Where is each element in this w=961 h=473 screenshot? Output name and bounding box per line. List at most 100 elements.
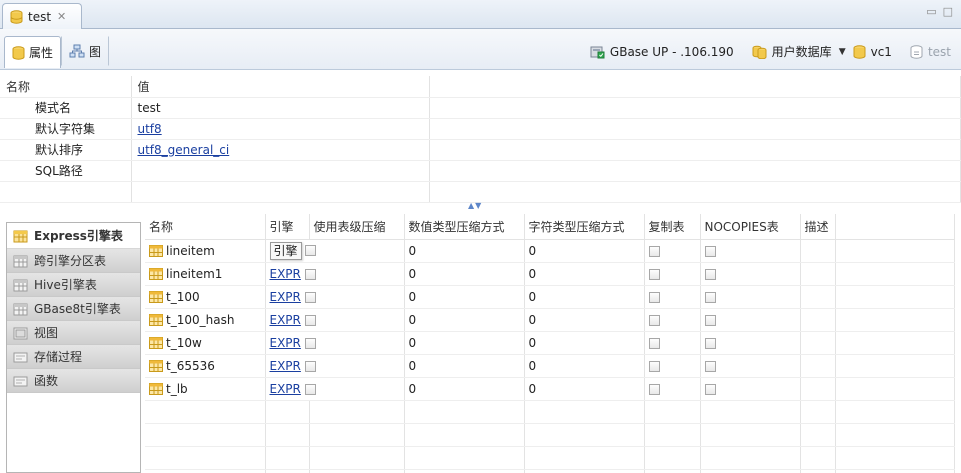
maximize-icon[interactable]: □ [943, 5, 953, 18]
nocopies-checkbox[interactable] [704, 245, 716, 257]
table-compression-checkbox[interactable] [304, 360, 316, 372]
column-header-string-compression[interactable]: 字符类型压缩方式 [524, 214, 645, 240]
close-icon[interactable]: ✕ [57, 10, 66, 23]
category-express-tables[interactable]: Express引擎表 [7, 223, 140, 249]
property-row[interactable]: 默认字符集 utf8 [0, 118, 961, 140]
table-row[interactable]: t_100 EXPR 00 [145, 285, 955, 309]
table-compression-checkbox[interactable] [305, 245, 317, 256]
replicated-checkbox[interactable] [648, 291, 660, 303]
tab-diagram[interactable]: 图 [61, 36, 110, 66]
minimize-icon[interactable]: ▭ [926, 5, 936, 18]
tab-properties[interactable]: 属性 [4, 36, 62, 68]
schema-icon [910, 44, 923, 59]
table-row[interactable]: t_lb EXPR 00 [145, 377, 955, 401]
table-compression-checkbox[interactable] [304, 314, 316, 326]
table-compression-checkbox[interactable] [304, 383, 316, 395]
property-name: 默认字符集 [0, 118, 132, 140]
splitter-arrows-icon[interactable]: ▲▼ [468, 201, 482, 210]
column-header-replicated[interactable]: 复制表 [644, 214, 701, 240]
editor-tab-strip: test ✕ ▭ □ [0, 0, 961, 29]
column-header-numeric-compression[interactable]: 数值类型压缩方式 [404, 214, 525, 240]
category-hive-tables[interactable]: Hive引擎表 [7, 273, 140, 297]
numeric-compression-value: 0 [404, 239, 525, 263]
column-header-engine[interactable]: 引擎 [265, 214, 310, 240]
connection-breadcrumb: GBase UP - .106.190 用户数据库 ▼ vc1 test [590, 43, 951, 60]
table-name[interactable]: t_10w [166, 336, 202, 350]
table-compression-checkbox[interactable] [304, 291, 316, 303]
property-value-link[interactable]: utf8_general_ci [138, 143, 230, 157]
table-row[interactable]: lineitem 引擎 00 [145, 239, 955, 263]
engine-link[interactable]: EXPR [270, 359, 301, 373]
replicated-checkbox[interactable] [648, 383, 660, 395]
category-functions[interactable]: 函数 [7, 369, 140, 393]
replicated-checkbox[interactable] [648, 337, 660, 349]
table-name[interactable]: t_65536 [166, 359, 215, 373]
table-name[interactable]: lineitem [166, 244, 215, 258]
database-icon [12, 45, 25, 60]
table-folder-icon [13, 302, 29, 316]
nocopies-checkbox[interactable] [704, 383, 716, 395]
schema-name[interactable]: test [928, 45, 951, 59]
category-views[interactable]: 视图 [7, 321, 140, 345]
editor-tab-label: test [28, 9, 52, 24]
replicated-checkbox[interactable] [648, 268, 660, 280]
replicated-checkbox[interactable] [648, 245, 660, 257]
tab-properties-label: 属性 [29, 46, 54, 60]
engine-link[interactable]: EXPR [270, 336, 301, 350]
category-cross-engine-partition[interactable]: 跨引擎分区表 [7, 249, 140, 273]
numeric-compression-value: 0 [404, 331, 525, 355]
category-label: Hive引擎表 [34, 278, 97, 292]
table-row[interactable]: t_65536 EXPR 00 [145, 354, 955, 378]
grid-empty-row [145, 469, 955, 473]
view-icon [13, 326, 29, 340]
category-label: 存储过程 [34, 350, 83, 364]
chevron-down-icon[interactable]: ▼ [839, 47, 846, 57]
nocopies-checkbox[interactable] [704, 291, 716, 303]
database-icon [10, 9, 23, 24]
property-row[interactable]: 模式名 test [0, 97, 961, 119]
database-name[interactable]: vc1 [871, 45, 892, 59]
table-folder-icon [13, 278, 29, 292]
window-controls: ▭ □ [926, 5, 953, 18]
database-category[interactable]: 用户数据库 [772, 43, 832, 60]
nocopies-checkbox[interactable] [704, 314, 716, 326]
nocopies-checkbox[interactable] [704, 360, 716, 372]
table-name[interactable]: lineitem1 [166, 267, 222, 281]
engine-link[interactable]: EXPR [270, 267, 301, 281]
string-compression-value: 0 [524, 308, 645, 332]
string-compression-value: 0 [524, 354, 645, 378]
table-compression-checkbox[interactable] [304, 337, 316, 349]
description-cell [800, 308, 836, 332]
category-procedures[interactable]: 存储过程 [7, 345, 140, 369]
engine-link[interactable]: EXPR [270, 313, 301, 327]
column-header-name[interactable]: 名称 [145, 214, 266, 240]
table-row[interactable]: lineitem1 EXPR 00 [145, 262, 955, 286]
table-icon [149, 359, 163, 372]
replicated-checkbox[interactable] [648, 314, 660, 326]
table-name[interactable]: t_lb [166, 382, 188, 396]
property-row[interactable]: 默认排序 utf8_general_ci [0, 139, 961, 161]
property-row[interactable]: SQL路径 [0, 160, 961, 182]
table-name[interactable]: t_100 [166, 290, 200, 304]
column-header-nocopies[interactable]: NOCOPIES表 [700, 214, 801, 240]
table-icon [149, 313, 163, 326]
table-compression-checkbox[interactable] [304, 268, 316, 280]
engine-link[interactable]: EXPR [270, 290, 301, 304]
engine-tooltip: 引擎 [269, 241, 302, 260]
category-label: 跨引擎分区表 [34, 254, 107, 268]
replicated-checkbox[interactable] [648, 360, 660, 372]
nocopies-checkbox[interactable] [704, 268, 716, 280]
column-header-table-compression[interactable]: 使用表级压缩 [309, 214, 405, 240]
editor-tab-test[interactable]: test ✕ [2, 3, 82, 29]
table-name[interactable]: t_100_hash [166, 313, 234, 327]
table-row[interactable]: t_10w EXPR 00 [145, 331, 955, 355]
numeric-compression-value: 0 [404, 285, 525, 309]
server-name[interactable]: GBase UP - .106.190 [610, 45, 734, 59]
category-gbase8t-tables[interactable]: GBase8t引擎表 [7, 297, 140, 321]
nocopies-checkbox[interactable] [704, 337, 716, 349]
table-row[interactable]: t_100_hash EXPR 00 [145, 308, 955, 332]
engine-link[interactable]: EXPR [270, 382, 301, 396]
property-value-link[interactable]: utf8 [138, 122, 162, 136]
description-cell [800, 262, 836, 286]
column-header-description[interactable]: 描述 [800, 214, 836, 240]
